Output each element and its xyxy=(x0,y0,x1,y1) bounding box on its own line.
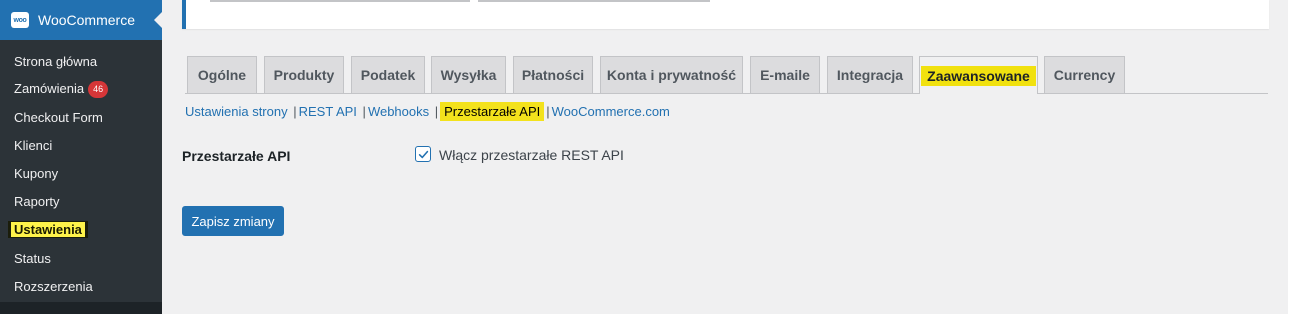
enable-legacy-api-checkbox[interactable] xyxy=(415,146,431,162)
subnav-separator: | xyxy=(362,104,366,119)
sidebar-item-label: Strona główna xyxy=(14,54,98,69)
subnav-woocommerce-com[interactable]: WooCommerce.com xyxy=(552,104,670,119)
sidebar-item-label: Kupony xyxy=(14,166,59,181)
sidebar-item-label: Raporty xyxy=(14,194,60,209)
sidebar-submenu: Strona główna Zamówienia 46 Checkout Form… xyxy=(0,40,162,302)
tab-ogolne[interactable]: Ogólne xyxy=(187,56,257,93)
sidebar-item-rozszerzenia[interactable]: Rozszerzenia xyxy=(14,279,93,294)
subnav-separator: | xyxy=(293,104,297,119)
sidebar-item-strona-glowna[interactable]: Strona główna xyxy=(14,54,97,69)
sidebar-item-kupony[interactable]: Kupony xyxy=(14,166,58,181)
subnav-rest-api[interactable]: REST API xyxy=(299,104,357,119)
sidebar-item-zamowienia[interactable]: Zamówienia 46 xyxy=(14,81,109,98)
notice-divider xyxy=(210,0,470,2)
sidebar-item-raporty[interactable]: Raporty xyxy=(14,194,60,209)
checkmark-icon xyxy=(418,150,428,158)
subnav-przestarzale-api[interactable]: Przestarzałe API xyxy=(440,102,545,121)
sidebar-item-checkout-form[interactable]: Checkout Form xyxy=(14,110,103,125)
tab-integracja[interactable]: Integracja xyxy=(827,56,913,93)
sidebar-item-label: Klienci xyxy=(14,138,53,153)
sidebar-item-ustawienia[interactable]: Ustawienia xyxy=(8,221,88,238)
sidebar-item-label: Status xyxy=(14,251,51,266)
sidebar-item-label: Checkout Form xyxy=(14,110,103,125)
admin-sidebar: woo WooCommerce Strona główna Zamówienia… xyxy=(0,0,162,314)
sidebar-item-label: Zamówienia xyxy=(14,81,85,96)
save-changes-button[interactable]: Zapisz zmiany xyxy=(182,206,284,236)
sidebar-woocommerce-menu[interactable]: woo WooCommerce xyxy=(0,0,162,40)
tab-podatek[interactable]: Podatek xyxy=(351,56,425,93)
subnav-separator: | xyxy=(546,104,550,119)
legacy-api-row-label: Przestarzałe API xyxy=(182,148,291,164)
tab-zaawansowane[interactable]: Zaawansowane xyxy=(919,56,1038,94)
settings-tabs: Ogólne Produkty Podatek Wysyłka Płatnośc… xyxy=(185,56,1268,94)
tab-produkty[interactable]: Produkty xyxy=(264,56,344,93)
orders-count-badge: 46 xyxy=(88,81,109,98)
tab-konta-i-prywatnosc[interactable]: Konta i prywatność xyxy=(600,56,743,93)
top-notice-panel xyxy=(182,0,1269,29)
enable-legacy-api-label[interactable]: Włącz przestarzałe REST API xyxy=(439,147,624,163)
tab-e-maile[interactable]: E-maile xyxy=(750,56,820,93)
sidebar-footer xyxy=(0,302,162,314)
current-menu-arrow-icon xyxy=(154,12,162,28)
sidebar-brand-label: WooCommerce xyxy=(38,12,135,28)
subnav-webhooks[interactable]: Webhooks xyxy=(368,104,429,119)
sidebar-item-status[interactable]: Status xyxy=(14,251,51,266)
sidebar-item-klienci[interactable]: Klienci xyxy=(14,138,52,153)
advanced-subnav: Ustawienia strony | REST API | Webhooks | P… xyxy=(185,102,670,121)
subnav-separator: | xyxy=(434,104,439,119)
tab-label: Zaawansowane xyxy=(921,65,1036,86)
woocommerce-icon: woo xyxy=(11,12,29,28)
sidebar-item-label: Rozszerzenia xyxy=(14,279,93,294)
tab-wysylka[interactable]: Wysyłka xyxy=(431,56,506,93)
tab-platnosci[interactable]: Płatności xyxy=(513,56,593,93)
subnav-ustawienia-strony[interactable]: Ustawienia strony xyxy=(185,104,288,119)
tab-currency[interactable]: Currency xyxy=(1044,56,1125,93)
notice-divider xyxy=(478,0,710,2)
sidebar-item-label: Ustawienia xyxy=(11,222,85,237)
